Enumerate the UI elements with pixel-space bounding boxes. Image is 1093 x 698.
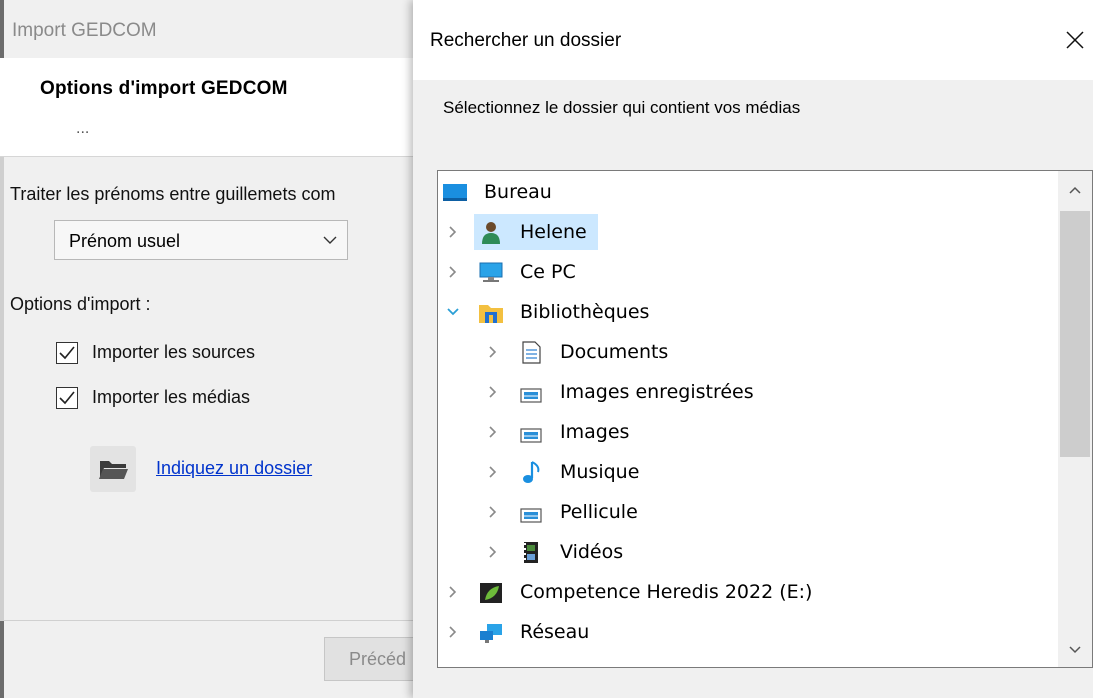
prenoms-label: Traiter les prénoms entre guillemets com — [10, 184, 336, 204]
tree-item-label: Réseau — [520, 621, 590, 643]
chevron-right-icon[interactable] — [486, 385, 500, 399]
tree-item-label: Competence Heredis 2022 (E:) — [520, 581, 813, 603]
videos-icon — [524, 542, 538, 563]
import-options-label: Options d'import : — [10, 294, 151, 314]
folder-tree[interactable]: Bureau Helene Ce PC Bibliothèques Documents I… — [437, 170, 1093, 668]
tree-item-label: Bureau — [484, 181, 552, 203]
chevron-right-icon[interactable] — [486, 345, 500, 359]
tree-item[interactable]: Pellicule — [438, 493, 1056, 531]
tree-item[interactable]: Helene — [438, 213, 1056, 251]
desktop-icon — [443, 184, 467, 201]
tree-item[interactable]: Musique — [438, 453, 1056, 491]
import-heading-ellipsis: ... — [76, 120, 90, 137]
import-sources-checkbox[interactable] — [56, 342, 78, 364]
chevron-right-icon[interactable] — [446, 265, 460, 279]
footer-divider — [0, 620, 430, 621]
computer-icon — [479, 262, 503, 282]
window-edge-highlight — [0, 150, 4, 620]
tree-item[interactable] — [438, 653, 1056, 668]
tree-item[interactable]: Réseau — [438, 613, 1056, 651]
tree-item[interactable]: Vidéos — [438, 533, 1056, 571]
chevron-right-icon[interactable] — [486, 465, 500, 479]
scroll-down-icon[interactable] — [1068, 645, 1082, 655]
documents-icon — [522, 341, 541, 364]
chevron-right-icon[interactable] — [446, 625, 460, 639]
prenoms-select-value: Prénom usuel — [69, 231, 181, 251]
chevron-right-icon[interactable] — [486, 545, 500, 559]
tree-item-label: Musique — [560, 461, 640, 483]
scrollbar-thumb[interactable] — [1060, 211, 1090, 457]
indicate-folder-link[interactable]: Indiquez un dossier — [156, 458, 312, 479]
pictures-icon — [520, 388, 542, 403]
import-sources-label: Importer les sources — [92, 342, 256, 362]
tree-item[interactable]: Competence Heredis 2022 (E:) — [438, 573, 1056, 611]
prenoms-select[interactable]: Prénom usuel — [54, 220, 348, 260]
drive-icon — [480, 583, 502, 603]
import-window-title: Import GEDCOM — [12, 20, 157, 41]
tree-item-label: Pellicule — [560, 501, 638, 523]
tree-item-label: Ce PC — [520, 261, 576, 283]
dialog-instruction: Sélectionnez le dossier qui contient vos… — [443, 98, 801, 117]
tree-item-label: Images — [560, 421, 630, 443]
close-icon[interactable] — [1063, 28, 1087, 52]
dialog-titlebar: Rechercher un dossier — [413, 0, 1093, 80]
tree-item[interactable]: Bibliothèques — [438, 293, 1056, 331]
chevron-right-icon[interactable] — [486, 505, 500, 519]
previous-button-label: Précéd — [349, 649, 407, 669]
library-icon — [479, 305, 503, 323]
checkmark-icon — [59, 391, 75, 405]
browse-folder-dialog: Rechercher un dossier Sélectionnez le do… — [413, 0, 1093, 698]
user-icon — [482, 222, 500, 244]
folder-icon — [478, 660, 504, 668]
chevron-down-icon — [323, 236, 337, 244]
pictures-icon — [520, 508, 542, 523]
tree-item[interactable]: Bureau — [438, 173, 1056, 211]
folder-open-icon — [99, 461, 128, 479]
dialog-title: Rechercher un dossier — [430, 30, 622, 51]
music-icon — [523, 461, 540, 483]
import-gedcom-window: Import GEDCOM Options d'import GEDCOM ..… — [0, 0, 430, 698]
tree-scrollbar[interactable] — [1058, 171, 1092, 667]
scroll-up-icon[interactable] — [1068, 185, 1082, 195]
tree-item-label: Documents — [560, 341, 669, 363]
chevron-down-icon[interactable] — [446, 305, 460, 319]
tree-item[interactable]: Images enregistrées — [438, 373, 1056, 411]
import-header-panel: Options d'import GEDCOM ... — [0, 58, 430, 157]
tree-item-label: Bibliothèques — [520, 301, 650, 323]
tree-item[interactable]: Ce PC — [438, 253, 1056, 291]
pictures-icon — [520, 428, 542, 443]
tree-item-label: Helene — [520, 221, 587, 243]
chevron-right-icon[interactable] — [446, 585, 460, 599]
checkmark-icon — [59, 346, 75, 360]
import-heading: Options d'import GEDCOM — [40, 78, 288, 99]
browse-folder-button[interactable] — [90, 446, 136, 492]
network-icon — [480, 624, 502, 643]
tree-item-label: Images enregistrées — [560, 381, 754, 403]
import-medias-checkbox[interactable] — [56, 387, 78, 409]
chevron-right-icon[interactable] — [446, 225, 460, 239]
tree-item-label: Vidéos — [560, 541, 624, 563]
chevron-right-icon[interactable] — [486, 425, 500, 439]
tree-item[interactable]: Documents — [438, 333, 1056, 371]
tree-item[interactable]: Images — [438, 413, 1056, 451]
import-medias-label: Importer les médias — [92, 387, 251, 407]
